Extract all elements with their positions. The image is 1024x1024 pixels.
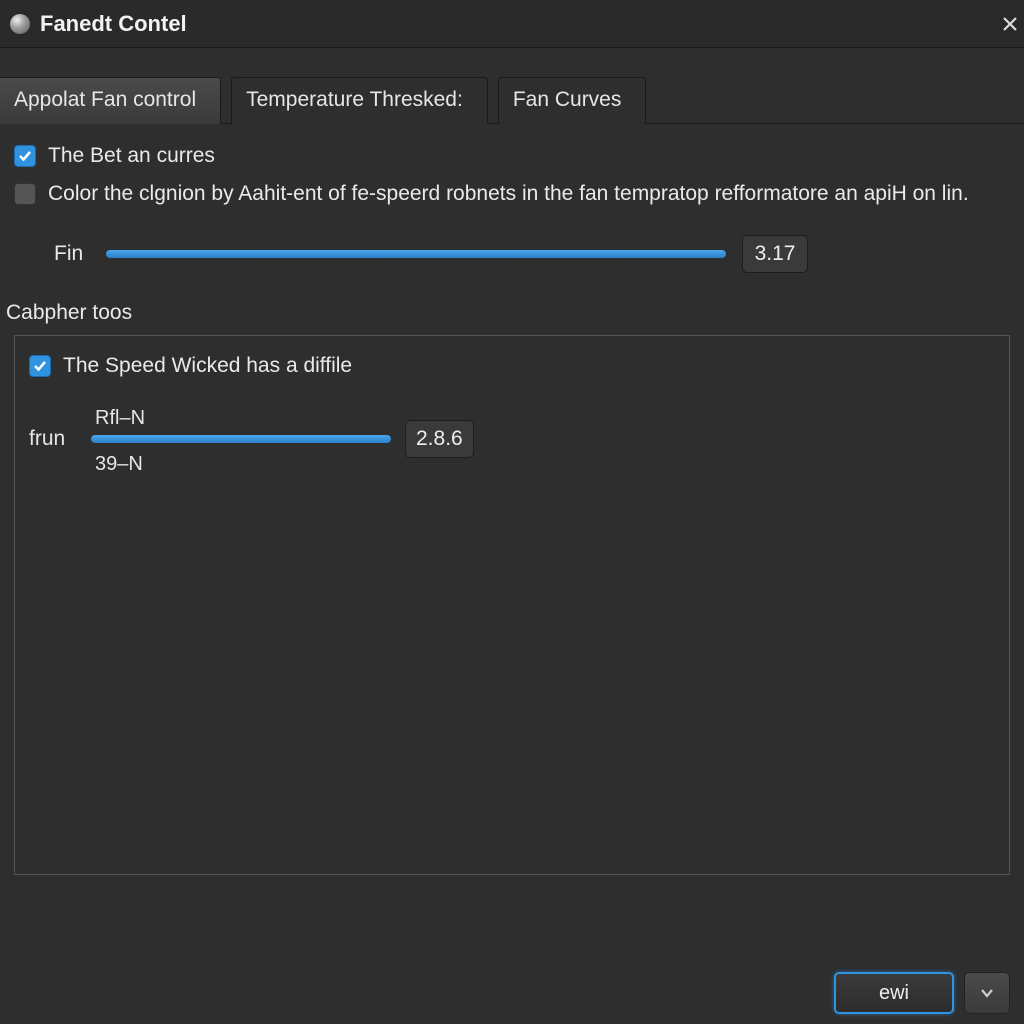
tab-temperature-thresked[interactable]: Temperature Thresked: — [231, 77, 488, 124]
tab-bar: Appolat Fan control Temperature Thresked… — [0, 48, 1024, 124]
option-row-bet-curres: The Bet an curres — [14, 142, 1010, 170]
slider-frun-fill — [91, 435, 391, 443]
panel-check-row: The Speed Wicked has a diffile — [29, 352, 995, 380]
checkbox-speed-wicked-label: The Speed Wicked has a diffile — [63, 352, 352, 380]
panel-cabpher-toos: The Speed Wicked has a diffile frun Rfl–… — [14, 335, 1010, 875]
slider-frun-label: frun — [29, 427, 77, 451]
slider-frun-top-label: Rfl–N — [95, 407, 145, 430]
window-title: Fanedt Contel — [40, 11, 187, 37]
slider-frun-bottom-label: 39–N — [95, 453, 143, 476]
ok-button[interactable]: ewi — [834, 972, 954, 1014]
chevron-down-icon — [978, 984, 996, 1002]
checkbox-color-clgnion[interactable] — [14, 183, 36, 205]
checkbox-color-clgnion-label: Color the clgnion by Aahit-ent of fe-spe… — [48, 180, 969, 208]
tab-appolat-fan-control[interactable]: Appolat Fan control — [0, 77, 221, 124]
close-icon[interactable] — [996, 0, 1024, 48]
dropdown-button[interactable] — [964, 972, 1010, 1014]
slider-frun-row: frun Rfl–N 39–N 2.8.6 — [29, 420, 995, 458]
option-row-color-clgnion: Color the clgnion by Aahit-ent of fe-spe… — [14, 180, 1010, 208]
slider-fin-row: Fin 3.17 — [54, 235, 1010, 273]
titlebar: Fanedt Contel — [0, 0, 1024, 48]
footer: ewi — [0, 972, 1024, 1014]
slider-fin-value[interactable]: 3.17 — [742, 235, 808, 273]
slider-frun-track[interactable] — [91, 435, 391, 443]
checkbox-speed-wicked[interactable] — [29, 355, 51, 377]
app-icon — [10, 14, 30, 34]
slider-fin-track[interactable] — [106, 250, 726, 258]
slider-fin-fill — [106, 250, 726, 258]
slider-frun-mid: Rfl–N 39–N — [91, 435, 391, 443]
slider-fin-label: Fin — [54, 242, 90, 266]
section-cabpher-toos-label: Cabpher toos — [6, 301, 1010, 325]
slider-frun-value[interactable]: 2.8.6 — [405, 420, 474, 458]
content-area: The Bet an curres Color the clgnion by A… — [0, 124, 1024, 875]
tab-fan-curves[interactable]: Fan Curves — [498, 77, 647, 124]
checkbox-bet-curres[interactable] — [14, 145, 36, 167]
checkbox-bet-curres-label: The Bet an curres — [48, 142, 215, 170]
